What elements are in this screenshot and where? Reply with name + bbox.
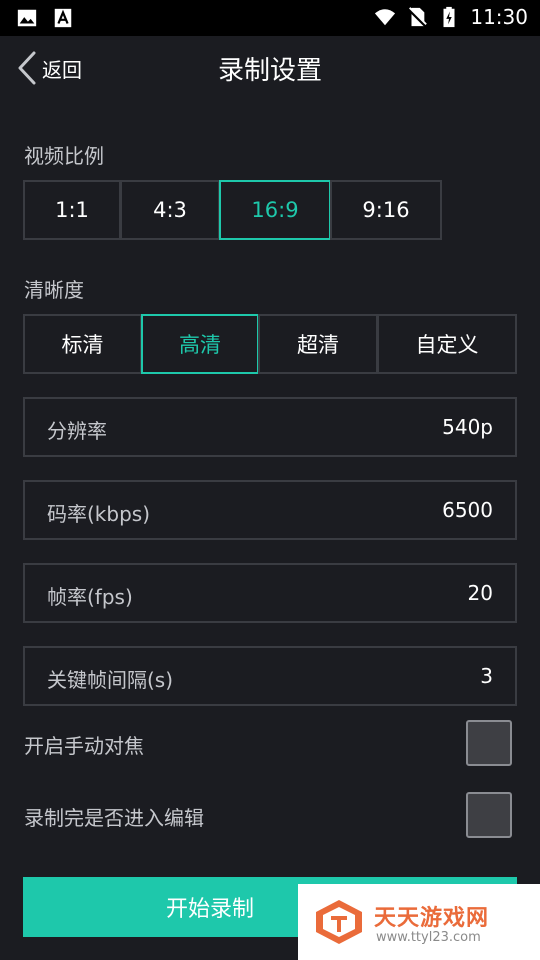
clarity-option-hd[interactable]: 高清 xyxy=(141,314,259,374)
manual-focus-checkbox[interactable] xyxy=(466,720,512,766)
field-label: 分辨率 xyxy=(47,419,107,443)
status-bar: 11:30 xyxy=(0,0,540,36)
clarity-option-custom[interactable]: 自定义 xyxy=(377,314,517,374)
clarity-option-sd[interactable]: 标清 xyxy=(23,314,142,374)
clarity-label: 清晰度 xyxy=(24,278,84,302)
resolution-field[interactable]: 分辨率 540p xyxy=(23,397,517,457)
field-value: 6500 xyxy=(442,498,493,522)
field-value: 3 xyxy=(480,664,493,688)
aspect-ratio-label: 视频比例 xyxy=(24,144,104,168)
watermark-title: 天天游戏网 xyxy=(374,906,490,931)
field-label: 码率(kbps) xyxy=(47,502,150,526)
title-bar: 返回 录制设置 xyxy=(0,36,540,100)
edit-after-record-checkbox[interactable] xyxy=(466,792,512,838)
start-recording-label: 开始录制 xyxy=(165,897,254,922)
field-value: 540p xyxy=(442,415,493,439)
font-a-icon xyxy=(54,8,72,28)
watermark: 天天游戏网 www.ttyl23.com xyxy=(298,884,540,960)
battery-charging-icon xyxy=(443,6,455,28)
edit-after-record-label: 录制完是否进入编辑 xyxy=(24,806,204,830)
watermark-logo-icon xyxy=(316,900,362,944)
field-value: 20 xyxy=(467,581,493,605)
aspect-option-16-9[interactable]: 16:9 xyxy=(219,180,331,240)
image-icon xyxy=(17,9,37,27)
watermark-url: www.ttyl23.com xyxy=(376,930,481,945)
keyframe-interval-field[interactable]: 关键帧间隔(s) 3 xyxy=(23,646,517,706)
aspect-option-9-16[interactable]: 9:16 xyxy=(330,180,442,240)
no-sim-icon xyxy=(408,7,428,27)
status-time: 11:30 xyxy=(470,5,528,29)
field-label: 帧率(fps) xyxy=(47,585,133,609)
clarity-option-uhd[interactable]: 超清 xyxy=(258,314,378,374)
bitrate-field[interactable]: 码率(kbps) 6500 xyxy=(23,480,517,540)
field-label: 关键帧间隔(s) xyxy=(47,668,174,692)
wifi-icon xyxy=(375,9,396,26)
aspect-option-4-3[interactable]: 4:3 xyxy=(120,180,220,240)
page-title: 录制设置 xyxy=(217,56,322,86)
manual-focus-label: 开启手动对焦 xyxy=(24,734,144,758)
framerate-field[interactable]: 帧率(fps) 20 xyxy=(23,563,517,623)
aspect-option-1-1[interactable]: 1:1 xyxy=(23,180,121,240)
